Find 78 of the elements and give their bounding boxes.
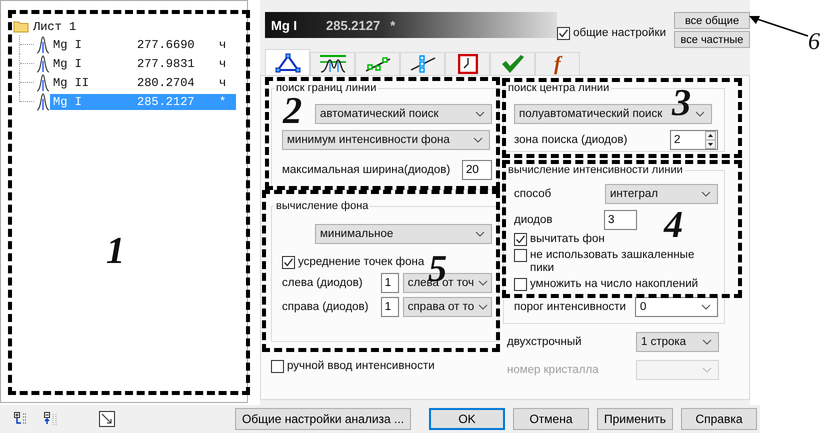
field-label: справа (диодов) (282, 301, 370, 313)
check-icon (515, 234, 526, 245)
callout-number: 2 (283, 92, 302, 130)
checkbox[interactable]: общие настройки (557, 26, 666, 40)
check-icon (283, 257, 294, 268)
spin-arrows-icon (705, 131, 716, 149)
spin-box[interactable]: 2 (670, 130, 718, 150)
field-label: слева (диодов) (282, 277, 364, 289)
slope-icon (364, 55, 390, 73)
input-field[interactable]: 1 (380, 297, 399, 317)
input-field[interactable]: 20 (462, 160, 492, 180)
chevron-icon (475, 111, 485, 117)
tree-item[interactable]: Mg I 277.6690 ч (50, 36, 236, 52)
dropdown[interactable]: автоматический поиск (315, 104, 492, 124)
chevron-icon (475, 231, 485, 237)
field-label: зона поиска (диодов) (514, 134, 628, 146)
checkbox[interactable]: вычитать фон (514, 233, 605, 246)
group-title: поиск центра линии (507, 82, 610, 94)
tree-label: Лист 1 (33, 20, 76, 34)
field-label: диодов (514, 214, 554, 226)
dialog-button[interactable]: Отмена (513, 408, 589, 430)
settings-button[interactable]: все частные (674, 31, 750, 48)
dropdown[interactable]: справа от то (402, 297, 492, 317)
input-field[interactable]: 1 (380, 273, 399, 293)
checkbox[interactable]: ручной ввод интенсивности (271, 360, 435, 373)
field-label: способ (514, 188, 552, 200)
tab[interactable] (265, 49, 310, 75)
chevron-icon (473, 137, 483, 143)
tree-item[interactable]: Лист 1 (13, 18, 78, 35)
peak-icon (36, 54, 50, 72)
dropdown[interactable]: минимальное (315, 224, 492, 244)
title-bar: Mg I 285.2127 * (265, 12, 558, 38)
field-label: двухстрочный (507, 336, 582, 348)
baseline-icon (318, 54, 346, 74)
tab[interactable] (310, 52, 355, 75)
dropdown[interactable]: минимум интенсивности фона (282, 130, 490, 150)
collapse-tree-icon[interactable] (44, 412, 58, 426)
input-field[interactable]: 3 (604, 210, 637, 230)
checkbox[interactable]: усреднение точек фона (282, 256, 424, 269)
peak-icon (36, 36, 50, 54)
group-title: вычисление фона (275, 200, 370, 212)
dropdown[interactable]: 0 (635, 297, 718, 317)
chevron-icon (478, 304, 488, 310)
pointer-arrow (748, 14, 810, 38)
tab[interactable] (400, 52, 445, 75)
chevron-icon (478, 280, 488, 286)
check-icon (558, 28, 570, 38)
tree-item[interactable]: Mg I 277.9831 ч (50, 56, 236, 72)
callout-number: 6 (808, 30, 820, 54)
field-label: максимальная ширина(диодов) (282, 164, 450, 176)
expand-tree-icon[interactable] (14, 412, 28, 426)
field-label: порог интенсивности (514, 301, 626, 313)
chevron-icon (695, 111, 705, 117)
dropdown[interactable]: интеграл (605, 184, 718, 204)
chevron-icon (702, 339, 712, 345)
dialog-button[interactable]: Применить (597, 408, 673, 430)
peak-icon (36, 92, 50, 110)
dropdown[interactable]: 1 строка (636, 332, 719, 352)
chevron-icon (701, 191, 711, 197)
group-title: поиск границ линии (275, 82, 378, 94)
line-points-icon (410, 54, 436, 74)
peak-icon (274, 52, 300, 72)
peak-icon (36, 74, 50, 92)
dialog-button[interactable]: OK (429, 408, 505, 430)
dialog-button[interactable]: Общие настройки анализа ... (235, 408, 411, 430)
dialog-button[interactable]: Справка (681, 408, 757, 430)
tree-item[interactable]: Mg II 280.2704 ч (50, 74, 236, 90)
checkbox[interactable]: умножить на число накоплений (514, 278, 698, 291)
folder-icon (13, 20, 29, 33)
callout-number: 1 (106, 232, 125, 270)
tab[interactable]: f (535, 52, 580, 75)
settings-button[interactable]: все общие (674, 12, 750, 29)
chevron-icon (701, 304, 711, 310)
resize-icon[interactable] (99, 411, 115, 427)
chevron-icon (702, 367, 712, 373)
callout-number: 4 (664, 206, 683, 244)
field-label: номер кристалла (507, 364, 599, 376)
group-title: вычисление интенсивности линии (507, 164, 684, 176)
